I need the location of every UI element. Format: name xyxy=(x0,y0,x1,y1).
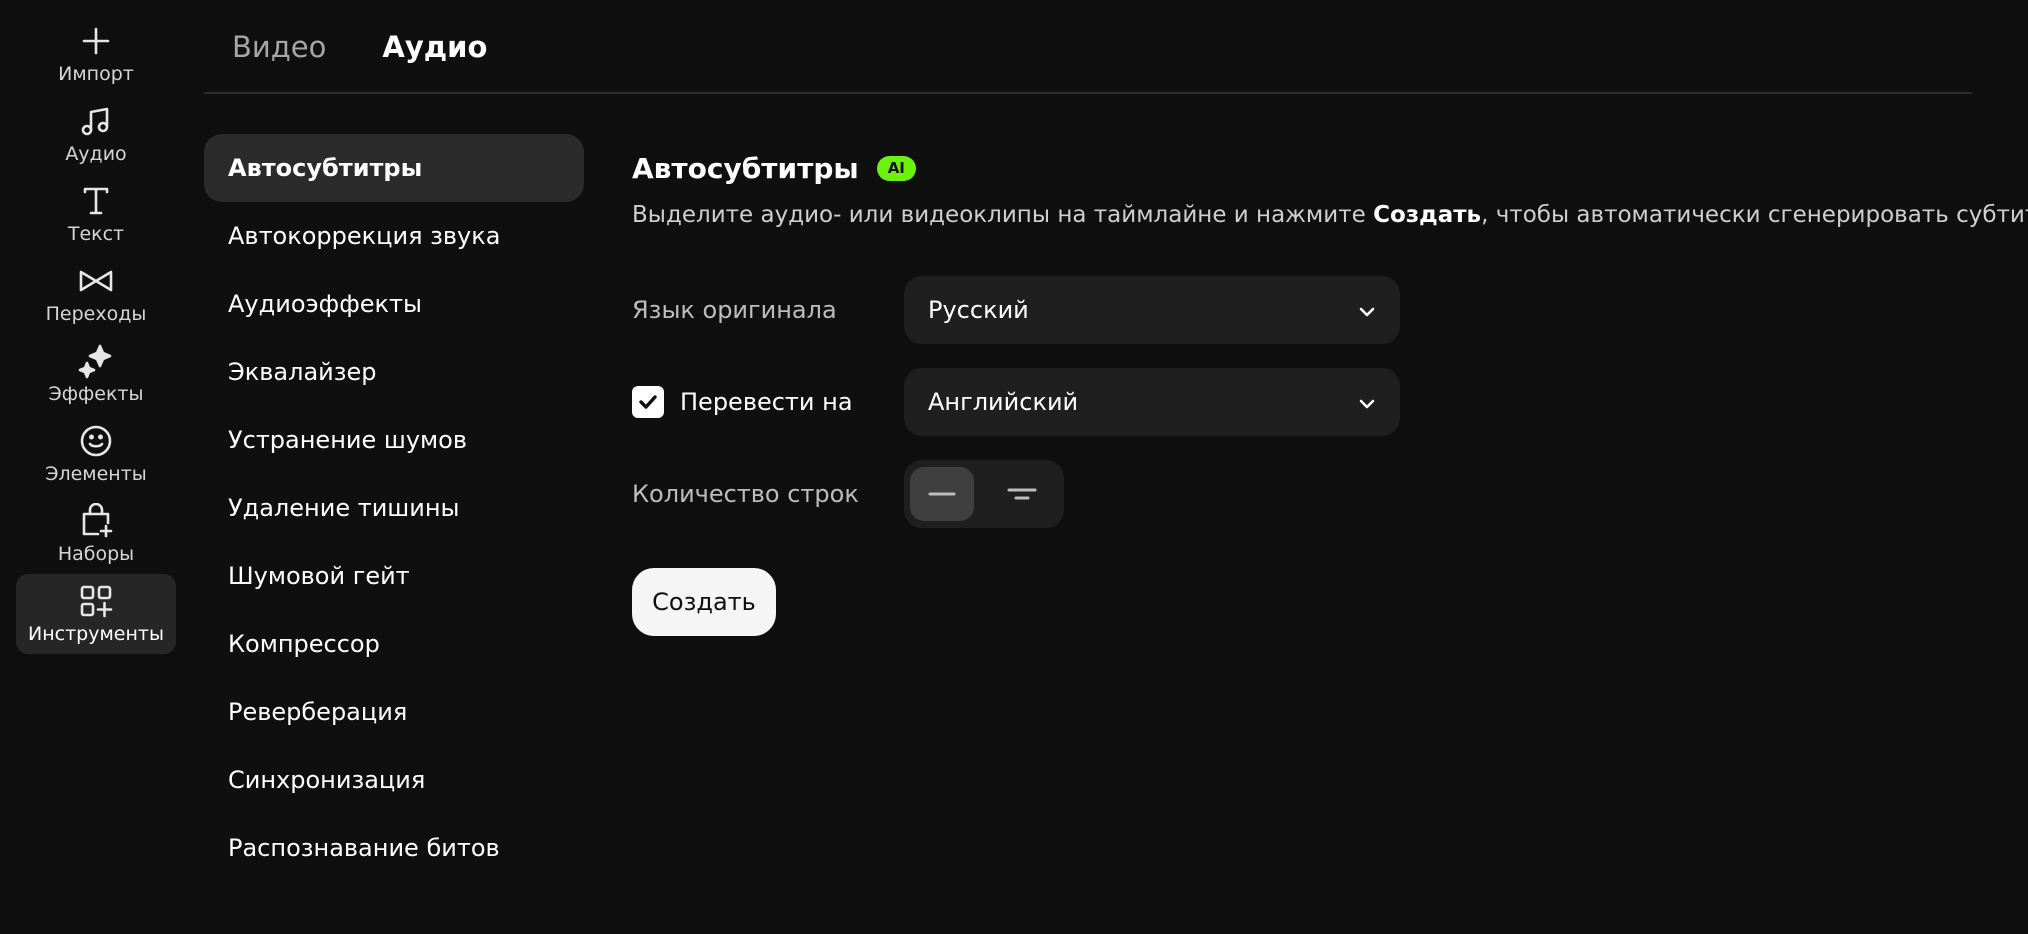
panel-header: Автосубтитры AI xyxy=(632,150,2012,186)
line-count-label: Количество строк xyxy=(632,480,859,508)
rail-item-label: Элементы xyxy=(45,463,147,485)
translate-row: Перевести на Английский xyxy=(632,368,1400,436)
double-line-button[interactable] xyxy=(990,467,1054,521)
translate-label: Перевести на xyxy=(680,388,853,416)
rail-item-label: Инструменты xyxy=(28,623,164,645)
rail-item-audio[interactable]: Аудио xyxy=(16,94,176,174)
rail-item-tools[interactable]: Инструменты xyxy=(16,574,176,654)
rail-item-label: Наборы xyxy=(57,543,135,565)
rail-item-text[interactable]: Текст xyxy=(16,174,176,254)
single-line-icon xyxy=(928,492,956,496)
bag-plus-icon xyxy=(78,503,114,539)
translate-checkbox[interactable] xyxy=(632,386,664,418)
rail-item-label: Эффекты xyxy=(48,383,144,405)
create-button[interactable]: Создать xyxy=(632,568,776,636)
auto-subtitles-panel: Автосубтитры AI Выделите аудио- или виде… xyxy=(632,150,2028,636)
tool-item-noise-removal[interactable]: Устранение шумов xyxy=(204,406,584,474)
media-tabs: Видео Аудио xyxy=(230,24,489,70)
tool-list: Автосубтитры Автокоррекция звука Аудиоэф… xyxy=(204,134,584,882)
source-language-label: Язык оригинала xyxy=(632,296,837,324)
tab-audio[interactable]: Аудио xyxy=(380,24,489,70)
chevron-down-icon xyxy=(1358,388,1376,416)
desc-create-emphasis: Создать xyxy=(1373,202,1482,228)
tool-item-beat-detection[interactable]: Распознавание битов xyxy=(204,814,584,882)
rail-item-label: Текст xyxy=(67,223,125,245)
tab-video[interactable]: Видео xyxy=(230,24,328,70)
plus-icon xyxy=(78,23,114,59)
checkmark-icon xyxy=(639,395,657,409)
rail-item-effects[interactable]: Эффекты xyxy=(16,334,176,414)
line-count-row: Количество строк xyxy=(632,460,1064,528)
tool-item-auto-subtitles[interactable]: Автосубтитры xyxy=(204,134,584,202)
tool-item-auto-sound-correction[interactable]: Автокоррекция звука xyxy=(204,202,584,270)
tool-item-equalizer[interactable]: Эквалайзер xyxy=(204,338,584,406)
music-note-icon xyxy=(78,103,114,139)
tool-item-reverb[interactable]: Реверберация xyxy=(204,678,584,746)
source-language-select[interactable]: Русский xyxy=(904,276,1400,344)
chevron-down-icon xyxy=(1358,296,1376,324)
select-value: Английский xyxy=(928,388,1079,416)
left-rail: Импорт Аудио Текст Переходы Эффекты Элем… xyxy=(16,14,176,654)
panel-title: Автосубтитры xyxy=(632,151,859,185)
transition-icon xyxy=(78,263,114,299)
rail-item-elements[interactable]: Элементы xyxy=(16,414,176,494)
rail-item-transitions[interactable]: Переходы xyxy=(16,254,176,334)
ai-badge: AI xyxy=(876,155,916,181)
smiley-icon xyxy=(78,423,114,459)
select-value: Русский xyxy=(928,296,1029,324)
rail-item-import[interactable]: Импорт xyxy=(16,14,176,94)
tool-item-silence-removal[interactable]: Удаление тишины xyxy=(204,474,584,542)
target-language-select[interactable]: Английский xyxy=(904,368,1400,436)
line-count-toggle xyxy=(904,460,1064,528)
rail-item-label: Импорт xyxy=(58,63,134,85)
translate-checkbox-label: Перевести на xyxy=(632,386,904,418)
tabs-divider xyxy=(204,92,1972,94)
rail-item-label: Переходы xyxy=(45,303,147,325)
tool-item-sync[interactable]: Синхронизация xyxy=(204,746,584,814)
tool-item-compressor[interactable]: Компрессор xyxy=(204,610,584,678)
double-line-icon xyxy=(1007,488,1037,500)
tool-item-noise-gate[interactable]: Шумовой гейт xyxy=(204,542,584,610)
panel-description: Выделите аудио- или видеоклипы на таймла… xyxy=(632,202,2028,228)
source-language-row: Язык оригинала Русский xyxy=(632,276,1400,344)
sparkle-icon xyxy=(78,343,114,379)
rail-item-label: Аудио xyxy=(65,143,127,165)
grid-plus-icon xyxy=(78,583,114,619)
single-line-button[interactable] xyxy=(910,467,974,521)
text-icon xyxy=(78,183,114,219)
rail-item-kits[interactable]: Наборы xyxy=(16,494,176,574)
tool-item-audio-effects[interactable]: Аудиоэффекты xyxy=(204,270,584,338)
